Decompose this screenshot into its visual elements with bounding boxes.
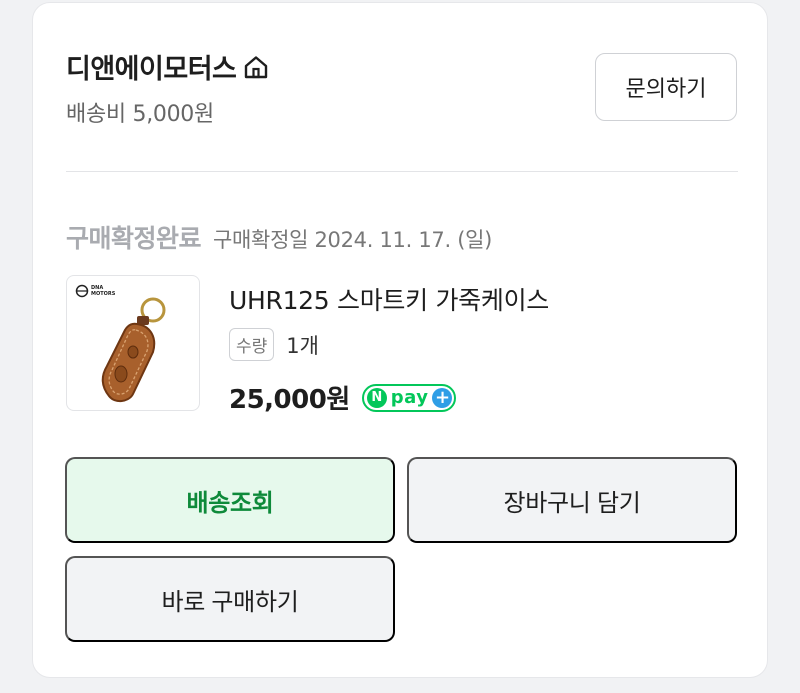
confirmed-date: 구매확정일 2024. 11. 17. (일): [213, 228, 493, 252]
product-price: 25,000원: [229, 385, 350, 415]
npay-plus-icon: +: [432, 387, 453, 408]
store-name[interactable]: 디앤에이모터스: [66, 47, 237, 86]
order-status: 구매확정완료: [66, 224, 202, 253]
store-header[interactable]: 디앤에이모터스: [66, 47, 270, 86]
price-row: 25,000원 N pay +: [229, 379, 457, 416]
svg-text:MOTORS: MOTORS: [91, 291, 116, 297]
npay-badge: N pay +: [361, 383, 457, 412]
brand-logo: DNA MOTORS: [75, 284, 116, 298]
add-to-cart-button[interactable]: 장바구니 담기: [407, 457, 737, 543]
order-status-row: 구매확정완료 구매확정일 2024. 11. 17. (일): [66, 219, 492, 255]
quantity-row: 수량 1개: [229, 328, 319, 361]
buy-now-button[interactable]: 바로 구매하기: [65, 556, 395, 642]
divider: [66, 171, 738, 172]
product-thumbnail[interactable]: DNA MOTORS: [66, 275, 200, 411]
npay-n-icon: N: [366, 387, 387, 408]
order-card: 디앤에이모터스 배송비 5,000원 문의하기 구매확정완료 구매확정일 202…: [32, 2, 768, 678]
home-icon[interactable]: [242, 53, 270, 81]
product-name[interactable]: UHR125 스마트키 가죽케이스: [229, 281, 549, 317]
quantity-value: 1개: [286, 333, 319, 358]
inquiry-button[interactable]: 문의하기: [595, 53, 737, 121]
npay-text: pay: [390, 387, 429, 408]
quantity-badge: 수량: [229, 328, 275, 361]
track-delivery-button[interactable]: 배송조회: [65, 457, 395, 543]
shipping-fee: 배송비 5,000원: [66, 102, 214, 127]
